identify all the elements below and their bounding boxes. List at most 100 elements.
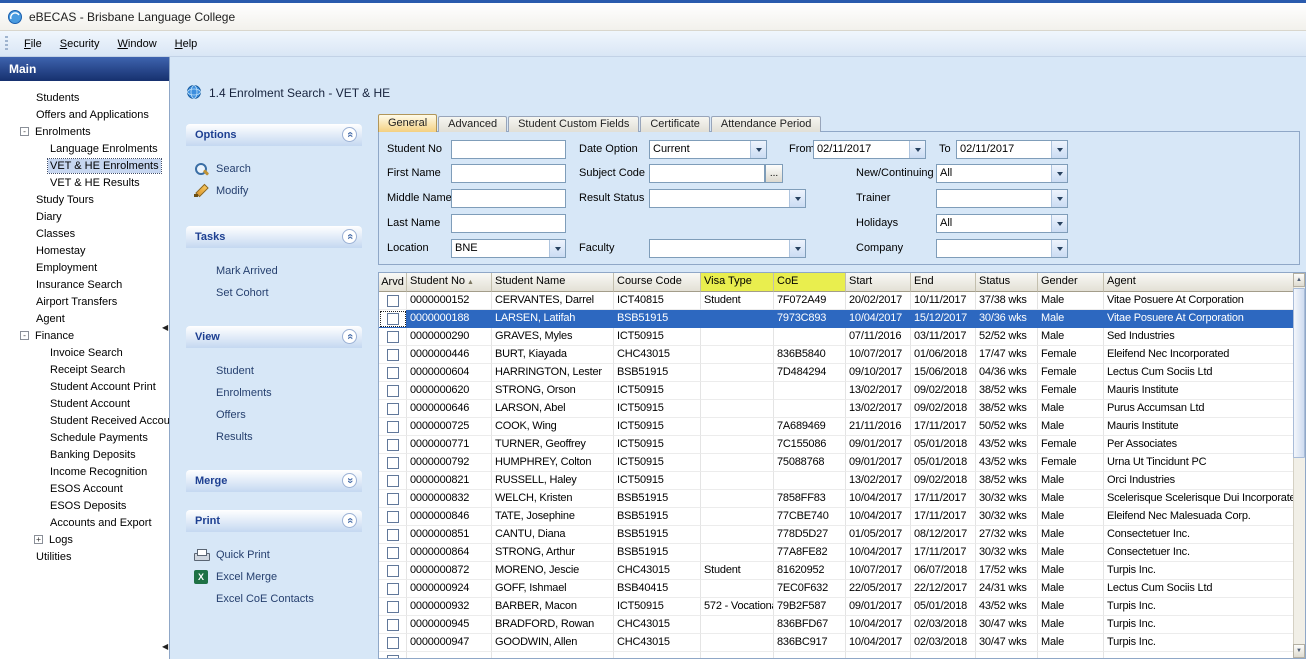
- table-row[interactable]: 0000000646 LARSON, Abel ICT50915 13/02/2…: [379, 400, 1295, 418]
- tree-item[interactable]: Language Enrolments: [0, 140, 169, 157]
- tree-item[interactable]: - Enrolments: [0, 123, 169, 140]
- scroll-down-button[interactable]: ▼: [1293, 644, 1305, 658]
- panel-action[interactable]: Excel CoE Contacts: [186, 588, 362, 610]
- arrived-checkbox[interactable]: [387, 475, 399, 487]
- column-header[interactable]: Course Code▲: [614, 273, 701, 292]
- tab[interactable]: Certificate: [640, 116, 710, 132]
- tree-item[interactable]: ESOS Account: [0, 480, 169, 497]
- collapse-chevron-icon[interactable]: [342, 229, 357, 244]
- title-bar[interactable]: eBECAS - Brisbane Language College: [0, 3, 1306, 31]
- column-header[interactable]: End▲: [911, 273, 976, 292]
- panel-action[interactable]: Set Cohort: [186, 282, 362, 304]
- location-select[interactable]: BNE: [451, 239, 566, 258]
- tree-item[interactable]: Offers and Applications: [0, 106, 169, 123]
- column-header[interactable]: Student No▲: [407, 273, 492, 292]
- chevron-down-icon[interactable]: [1051, 165, 1067, 182]
- arrived-checkbox[interactable]: [387, 403, 399, 415]
- table-row[interactable]: 0000000446 BURT, Kiayada CHC43015 836B58…: [379, 346, 1295, 364]
- chevron-down-icon[interactable]: [1051, 240, 1067, 257]
- chevron-down-icon[interactable]: [549, 240, 565, 257]
- panel-action[interactable]: Search: [186, 158, 362, 180]
- chevron-down-icon[interactable]: [909, 141, 925, 158]
- tree-item[interactable]: ESOS Deposits: [0, 497, 169, 514]
- tree-item[interactable]: Receipt Search: [0, 361, 169, 378]
- tree-expander-icon[interactable]: -: [20, 127, 29, 136]
- tree-item[interactable]: Diary: [0, 208, 169, 225]
- arrived-checkbox[interactable]: [387, 331, 399, 343]
- arrived-checkbox[interactable]: [387, 295, 399, 307]
- panel-action[interactable]: Student: [186, 360, 362, 382]
- table-row[interactable]: 0000000821 RUSSELL, Haley ICT50915 13/02…: [379, 472, 1295, 490]
- company-select[interactable]: [936, 239, 1068, 258]
- tree-item[interactable]: Student Account Print: [0, 378, 169, 395]
- table-row[interactable]: 0000000947 GOODWIN, Allen CHC43015 836BC…: [379, 634, 1295, 652]
- panel-action[interactable]: Results: [186, 426, 362, 448]
- panel-action[interactable]: Excel Merge: [186, 566, 362, 588]
- options-group-header[interactable]: Options: [186, 124, 362, 146]
- tree-item[interactable]: Banking Deposits: [0, 446, 169, 463]
- table-row[interactable]: 0000000620 STRONG, Orson ICT50915 13/02/…: [379, 382, 1295, 400]
- tree-item[interactable]: Schedule Payments: [0, 429, 169, 446]
- scrollbar-thumb[interactable]: [1293, 288, 1305, 458]
- arrived-checkbox[interactable]: [387, 529, 399, 541]
- arrived-checkbox[interactable]: [387, 313, 399, 325]
- arrived-checkbox[interactable]: [387, 547, 399, 559]
- tree-item[interactable]: Classes: [0, 225, 169, 242]
- holidays-select[interactable]: All: [936, 214, 1068, 233]
- table-row[interactable]: 0000000851 CANTU, Diana BSB51915 778D5D2…: [379, 526, 1295, 544]
- table-row[interactable]: 0000000290 GRAVES, Myles ICT50915 07/11/…: [379, 328, 1295, 346]
- splitter-arrow-icon[interactable]: ◀: [162, 324, 168, 332]
- subject-code-browse-button[interactable]: ...: [765, 164, 783, 183]
- tree-item[interactable]: Accounts and Export: [0, 514, 169, 531]
- tree-item[interactable]: Student Account: [0, 395, 169, 412]
- panel-action[interactable]: Offers: [186, 404, 362, 426]
- column-header[interactable]: Visa Type▲: [701, 273, 774, 292]
- chevron-down-icon[interactable]: [1051, 141, 1067, 158]
- arrived-checkbox[interactable]: [387, 601, 399, 613]
- faculty-select[interactable]: [649, 239, 806, 258]
- collapse-chevron-icon[interactable]: [342, 127, 357, 142]
- view-group-header[interactable]: View: [186, 326, 362, 348]
- student-no-input[interactable]: [451, 140, 566, 159]
- collapse-chevron-icon[interactable]: [342, 513, 357, 528]
- collapse-chevron-icon[interactable]: [342, 329, 357, 344]
- trainer-select[interactable]: [936, 189, 1068, 208]
- tree-item[interactable]: Students: [0, 89, 169, 106]
- tree-item[interactable]: VET & HE Results: [0, 174, 169, 191]
- tree-item[interactable]: Airport Transfers: [0, 293, 169, 310]
- table-row[interactable]: 0000000771 TURNER, Geoffrey ICT50915 7C1…: [379, 436, 1295, 454]
- tab[interactable]: Attendance Period: [711, 116, 822, 132]
- column-header[interactable]: Student Name▲: [492, 273, 614, 292]
- table-row[interactable]: 0000000188 LARSEN, Latifah BSB51915 7973…: [379, 310, 1295, 328]
- tree-item[interactable]: Insurance Search: [0, 276, 169, 293]
- table-row[interactable]: 0000000864 STRONG, Arthur BSB51915 77A8F…: [379, 544, 1295, 562]
- menu-item[interactable]: Window: [109, 34, 166, 54]
- column-header[interactable]: CoE▲: [774, 273, 846, 292]
- tree-item[interactable]: Homestay: [0, 242, 169, 259]
- menu-item[interactable]: File: [15, 34, 51, 54]
- to-date-select[interactable]: 02/11/2017: [956, 140, 1068, 159]
- table-row[interactable]: 0000000792 HUMPHREY, Colton ICT50915 750…: [379, 454, 1295, 472]
- chevron-down-icon[interactable]: [1051, 190, 1067, 207]
- result-status-select[interactable]: [649, 189, 806, 208]
- tree-item[interactable]: Income Recognition: [0, 463, 169, 480]
- scroll-up-button[interactable]: ▲: [1293, 273, 1305, 287]
- tree-expander-icon[interactable]: -: [20, 331, 29, 340]
- tree-item[interactable]: + Logs: [0, 531, 169, 548]
- menu-item[interactable]: Help: [166, 34, 207, 54]
- arrived-checkbox[interactable]: [387, 385, 399, 397]
- merge-group-header[interactable]: Merge: [186, 470, 362, 492]
- tree-expander-icon[interactable]: +: [34, 535, 43, 544]
- table-row[interactable]: 0000000152 CERVANTES, Darrel ICT40815 St…: [379, 292, 1295, 310]
- arrived-checkbox[interactable]: [387, 349, 399, 361]
- tasks-group-header[interactable]: Tasks: [186, 226, 362, 248]
- tree-item[interactable]: Agent: [0, 310, 169, 327]
- column-header[interactable]: Start▲: [846, 273, 911, 292]
- tree-item[interactable]: - Finance: [0, 327, 169, 344]
- column-header[interactable]: Agent▲: [1104, 273, 1295, 292]
- table-row[interactable]: 0000000872 MORENO, Jescie CHC43015 Stude…: [379, 562, 1295, 580]
- table-row[interactable]: 0000000945 BRADFORD, Rowan CHC43015 836B…: [379, 616, 1295, 634]
- from-date-select[interactable]: 02/11/2017: [813, 140, 926, 159]
- table-row[interactable]: 0000000924 GOFF, Ishmael BSB40415 7EC0F6…: [379, 580, 1295, 598]
- arrived-checkbox[interactable]: [387, 583, 399, 595]
